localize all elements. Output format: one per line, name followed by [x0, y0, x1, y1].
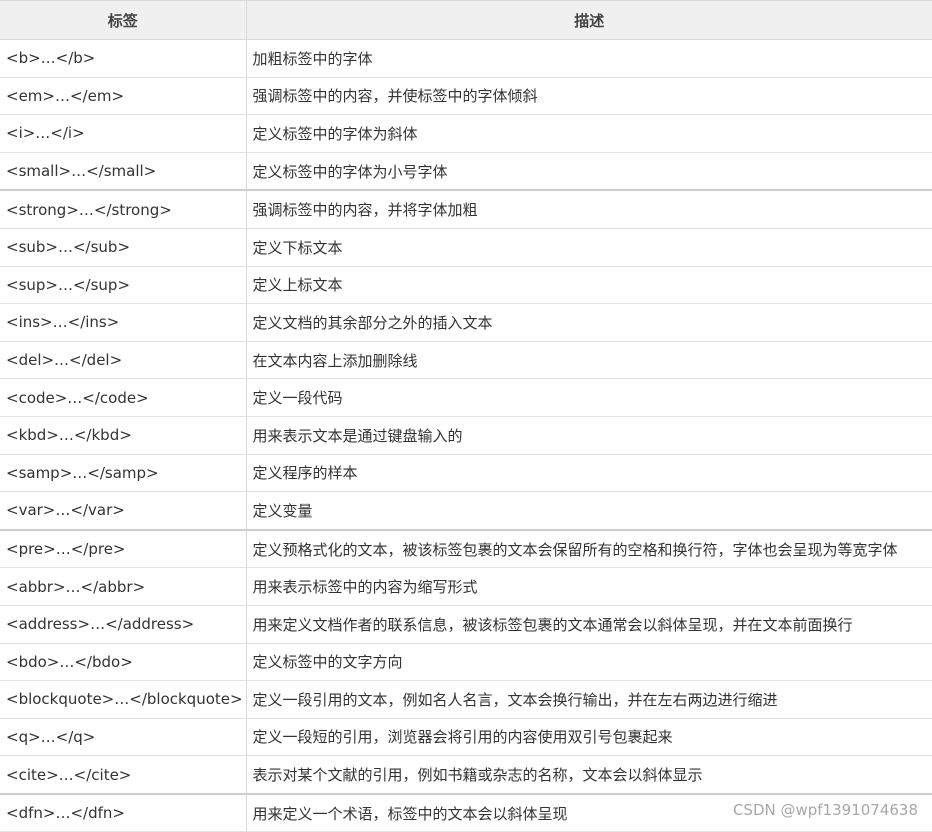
table-row: <em>…</em> 强调标签中的内容，并使标签中的字体倾斜: [0, 77, 932, 116]
tag-cell: <del>…</del>: [0, 341, 247, 380]
description-cell: 定义标签中的字体为小号字体: [246, 152, 932, 192]
tag-cell: <ins>…</ins>: [0, 303, 247, 342]
tag-cell: <dfn>…</dfn>: [0, 793, 247, 832]
table-row: <var>…</var> 定义变量: [0, 491, 932, 531]
description-cell: 用来定义文档作者的联系信息，被该标签包裹的文本通常会以斜体呈现，并在文本前面换行: [246, 605, 932, 644]
description-cell: 表示对某个文献的引用，例如书籍或杂志的名称，文本会以斜体显示: [246, 755, 932, 795]
table-row: <sup>…</sup> 定义上标文本: [0, 266, 932, 305]
tag-cell: <var>…</var>: [0, 491, 247, 531]
table-row: <strong>…</strong> 强调标签中的内容，并将字体加粗: [0, 190, 932, 229]
description-cell: 定义程序的样本: [246, 454, 932, 493]
description-cell: 定义上标文本: [246, 266, 932, 305]
table-row: <ins>…</ins> 定义文档的其余部分之外的插入文本: [0, 303, 932, 342]
tag-cell: <sup>…</sup>: [0, 266, 247, 305]
tag-table: 标签 描述 <b>…</b> 加粗标签中的字体 <em>…</em> 强调标签中…: [0, 0, 932, 832]
tag-cell: <blockquote>…</blockquote>: [0, 680, 247, 719]
table-row: <samp>…</samp> 定义程序的样本: [0, 454, 932, 493]
table-row: <q>…</q> 定义一段短的引用，浏览器会将引用的内容使用双引号包裹起来: [0, 718, 932, 757]
tag-cell: <bdo>…</bdo>: [0, 643, 247, 682]
watermark: CSDN @wpf1391074638: [732, 801, 918, 819]
description-cell: 用来表示文本是通过键盘输入的: [246, 416, 932, 455]
tag-cell: <strong>…</strong>: [0, 190, 247, 229]
description-cell: 定义文档的其余部分之外的插入文本: [246, 303, 932, 342]
tag-cell: <cite>…</cite>: [0, 755, 247, 795]
table-row: <b>…</b> 加粗标签中的字体: [0, 39, 932, 78]
tag-cell: <i>…</i>: [0, 114, 247, 153]
description-cell: 加粗标签中的字体: [246, 39, 932, 78]
table-row: <code>…</code> 定义一段代码: [0, 378, 932, 417]
description-cell: 用来表示标签中的内容为缩写形式: [246, 567, 932, 606]
table-row: <cite>…</cite> 表示对某个文献的引用，例如书籍或杂志的名称，文本会…: [0, 755, 932, 795]
tag-cell: <samp>…</samp>: [0, 454, 247, 493]
table-row: <small>…</small> 定义标签中的字体为小号字体: [0, 152, 932, 192]
description-cell: 定义变量: [246, 491, 932, 531]
tag-cell: <address>…</address>: [0, 605, 247, 644]
tag-cell: <sub>…</sub>: [0, 228, 247, 267]
tag-cell: <code>…</code>: [0, 378, 247, 417]
tag-cell: <pre>…</pre>: [0, 529, 247, 569]
description-cell: 强调标签中的内容，并将字体加粗: [246, 190, 932, 229]
table-row: <pre>…</pre> 定义预格式化的文本，被该标签包裹的文本会保留所有的空格…: [0, 529, 932, 569]
column-header-description: 描述: [245, 0, 932, 40]
description-cell: 在文本内容上添加删除线: [246, 341, 932, 380]
description-cell: 定义一段代码: [246, 378, 932, 417]
table-row: <sub>…</sub> 定义下标文本: [0, 228, 932, 267]
table-row: <blockquote>…</blockquote> 定义一段引用的文本，例如名…: [0, 680, 932, 719]
tag-cell: <kbd>…</kbd>: [0, 416, 247, 455]
description-cell: 定义标签中的字体为斜体: [246, 114, 932, 153]
column-header-tag: 标签: [0, 0, 246, 40]
table-row: <del>…</del> 在文本内容上添加删除线: [0, 341, 932, 380]
description-cell: 定义标签中的文字方向: [246, 643, 932, 682]
tag-cell: <em>…</em>: [0, 77, 247, 116]
tag-cell: <small>…</small>: [0, 152, 247, 192]
description-cell: 定义预格式化的文本，被该标签包裹的文本会保留所有的空格和换行符，字体也会呈现为等…: [246, 529, 932, 569]
table-row: <bdo>…</bdo> 定义标签中的文字方向: [0, 643, 932, 682]
tag-cell: <b>…</b>: [0, 39, 247, 78]
description-cell: 定义一段短的引用，浏览器会将引用的内容使用双引号包裹起来: [246, 718, 932, 757]
table-row: <i>…</i> 定义标签中的字体为斜体: [0, 114, 932, 153]
tag-cell: <q>…</q>: [0, 718, 247, 757]
table-row: <abbr>…</abbr> 用来表示标签中的内容为缩写形式: [0, 567, 932, 606]
table-row: <address>…</address> 用来定义文档作者的联系信息，被该标签包…: [0, 605, 932, 644]
tag-cell: <abbr>…</abbr>: [0, 567, 247, 606]
table-row: <kbd>…</kbd> 用来表示文本是通过键盘输入的: [0, 416, 932, 455]
table-header-row: 标签 描述: [0, 0, 932, 40]
description-cell: 定义一段引用的文本，例如名人名言，文本会换行输出，并在左右两边进行缩进: [246, 680, 932, 719]
description-cell: 定义下标文本: [246, 228, 932, 267]
description-cell: 强调标签中的内容，并使标签中的字体倾斜: [246, 77, 932, 116]
